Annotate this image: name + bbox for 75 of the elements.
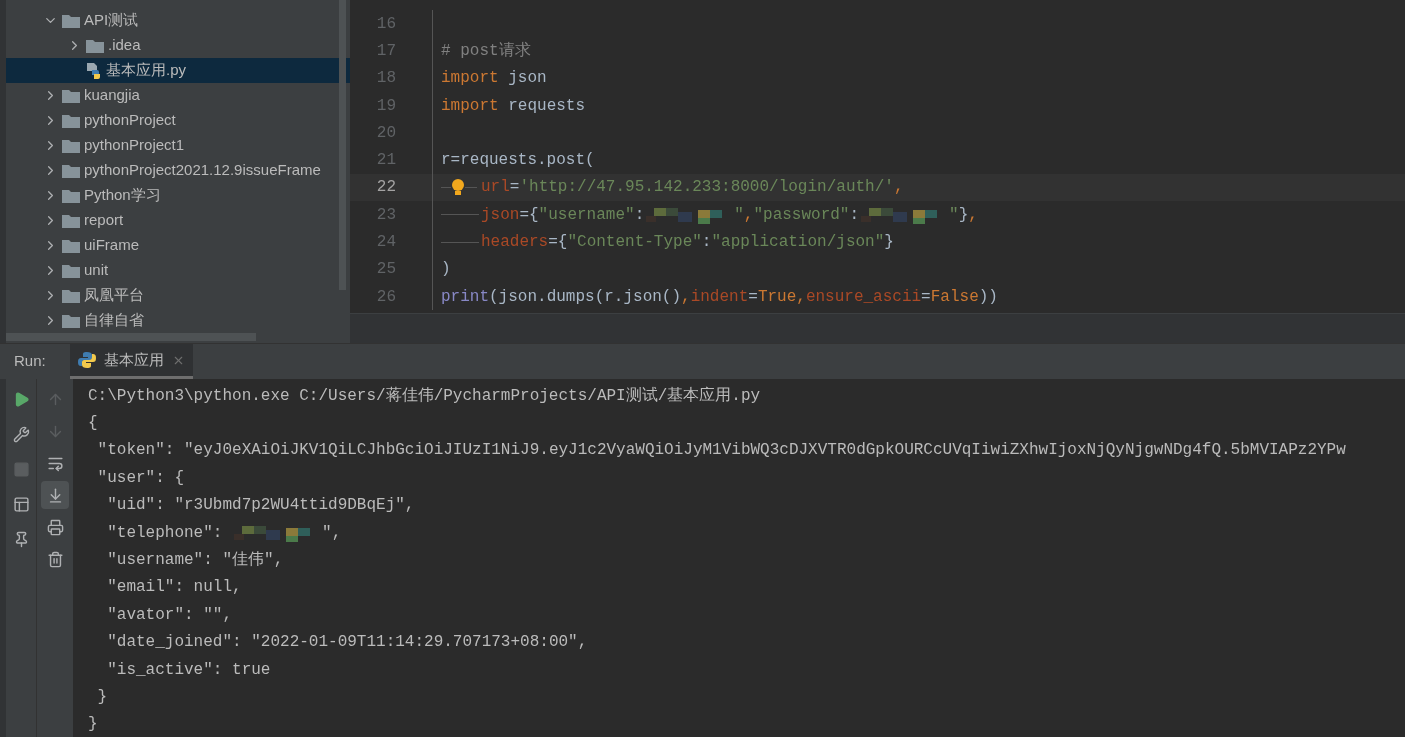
line-number: 24 <box>375 232 397 253</box>
tree-item[interactable]: 凤凰平台 <box>6 283 350 308</box>
folder-icon <box>62 138 80 153</box>
console-line: "uid": "r3Ubmd7p2WU4ttid9DBqEj", <box>106 495 416 517</box>
scrollbar[interactable] <box>6 333 256 341</box>
tree-item[interactable]: Python学习 <box>6 183 350 208</box>
folder-icon <box>62 263 80 278</box>
trash-icon <box>46 550 64 568</box>
stop-icon <box>12 460 30 478</box>
indent-guide <box>441 186 451 188</box>
console-line: } <box>96 687 109 708</box>
python-file-icon <box>86 61 102 80</box>
lightbulb-icon[interactable] <box>451 178 465 197</box>
line-number: 20 <box>375 122 397 144</box>
tree-item[interactable]: pythonProject <box>6 108 350 133</box>
console-line: "date_joined": "2022-01-09T11:14:29.707173+08:00", <box>106 632 589 654</box>
code-line: # post请求 <box>441 40 531 62</box>
tree-item[interactable]: API测试 <box>6 8 350 33</box>
tree-item[interactable]: kuangjia <box>6 83 350 108</box>
indent-guide <box>465 186 477 188</box>
folder-icon <box>62 88 80 103</box>
line-number: 21 <box>375 150 397 172</box>
tree-item[interactable]: unit <box>6 258 350 283</box>
indent-guide <box>441 241 479 243</box>
folder-icon <box>62 288 80 303</box>
line-number: 25 <box>375 259 397 281</box>
tree-item[interactable]: uiFrame <box>6 233 350 258</box>
tree-item[interactable]: pythonProject2021.12.9issueFrame <box>6 158 350 183</box>
folder-icon <box>62 13 80 28</box>
folder-icon <box>62 238 80 253</box>
tree-item[interactable]: .idea <box>6 33 350 58</box>
folder-icon <box>62 113 80 128</box>
line-number: 18 <box>375 68 397 90</box>
layout-icon <box>12 495 30 513</box>
code-line: ) <box>441 259 451 281</box>
line-number: 19 <box>375 95 397 117</box>
scrollbar[interactable] <box>339 0 346 290</box>
line-number: 26 <box>375 286 397 308</box>
code-line: json={"username": ","password": "}, <box>481 204 978 226</box>
console-line: "user": { <box>96 467 185 489</box>
indent-guide <box>441 214 479 216</box>
python-logo-icon <box>77 351 96 369</box>
wrench-icon <box>12 425 30 443</box>
folder-icon <box>62 163 80 178</box>
folder-icon <box>62 188 80 203</box>
line-number: 16 <box>375 13 397 35</box>
code-line: import requests <box>441 95 586 117</box>
folder-icon <box>86 38 104 53</box>
console-line: { <box>88 413 99 435</box>
console-line: "is_active": true <box>106 659 272 681</box>
folder-icon <box>62 313 80 328</box>
line-number: 22 <box>375 177 397 199</box>
console-line: "avator": "", <box>106 604 234 626</box>
scroll-to-end-button[interactable] <box>41 481 69 509</box>
tree-item[interactable]: 自律自省 <box>6 308 350 333</box>
line-number: 17 <box>375 40 397 62</box>
run-tab[interactable]: 基本应用 <box>69 344 193 379</box>
tree-item[interactable]: pythonProject1 <box>6 133 350 158</box>
folder-icon <box>62 213 80 228</box>
console-line: "email": null, <box>106 577 243 599</box>
code-line: r=requests.post( <box>441 150 595 172</box>
console-line: C:\Python3\python.exe C:/Users/蒋佳伟/PycharmProjects/API测试/基本应用.py <box>88 385 762 407</box>
console-line: } <box>88 714 99 736</box>
tree-item[interactable]: report <box>6 208 350 233</box>
print-icon <box>46 518 64 536</box>
code-line: headers={"Content-Type":"application/json"} <box>481 232 894 253</box>
code-line: print(json.dumps(r.json(),indent=True,ensure_ascii=False)) <box>441 286 998 308</box>
run-label: Run: <box>14 351 46 372</box>
tree-item[interactable]: 基本应用.py <box>6 58 350 83</box>
code-line: import json <box>441 68 547 90</box>
console-line: "token": "eyJ0eXAiOiJKV1QiLCJhbGciOiJIUzI1NiJ9.eyJ1c2VyaWQiOiJyM1VibWQ3cDJXVTR0dGpkOURCcUVqIiwiZXhwIjoxNjQyNjgwNDg4fQ.5bMVIAPz2YPw <box>96 440 1347 462</box>
line-number: 23 <box>375 204 397 226</box>
code-line: url='http://47.95.142.233:8000/login/auth/', <box>481 177 904 199</box>
console-line: "username": "佳伟", <box>106 550 285 572</box>
console-line: "telephone": ", <box>106 522 343 544</box>
